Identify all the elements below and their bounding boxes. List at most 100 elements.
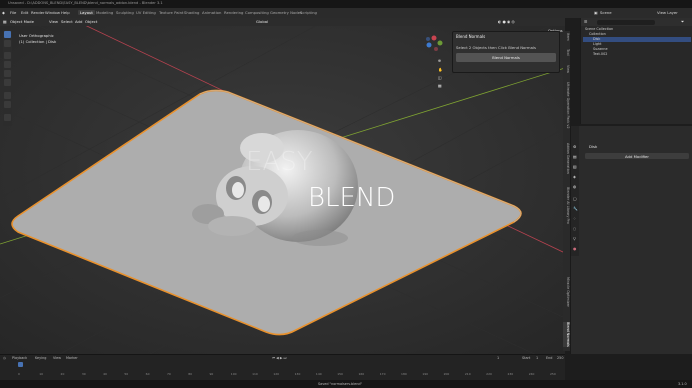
active-collection-info: (1) Collection | Disk [19, 39, 57, 44]
modifier-wrench-icon[interactable]: 🔧 [573, 206, 578, 211]
timeline-ruler[interactable]: 0 10 20 30 40 50 60 70 80 90 100 110 120 130 140 150 160… [18, 363, 558, 380]
menu-select[interactable]: Select [61, 19, 73, 24]
tab-scripting[interactable]: Scripting [300, 10, 317, 15]
editor-type-icon[interactable]: ▦ [3, 19, 7, 24]
menu-file[interactable]: File [10, 10, 16, 15]
material-icon[interactable]: ● [573, 246, 576, 251]
tab-addon-generation[interactable]: Addon Generation [563, 143, 570, 174]
zoom-icon[interactable]: ⊕ [438, 58, 441, 63]
tab-geometry-nodes[interactable]: Geometry Nodes [270, 10, 302, 15]
tab-shading[interactable]: Shading [184, 10, 199, 15]
cursor-tool-icon[interactable] [4, 40, 11, 47]
scene-selector[interactable]: Scene [600, 10, 612, 15]
render-icon[interactable]: ▤ [573, 154, 577, 159]
playhead[interactable] [18, 362, 23, 367]
menu-edit[interactable]: Edit [21, 10, 28, 15]
world-icon[interactable]: ◍ [573, 184, 576, 189]
timeline-tick-label: 40 [103, 372, 107, 376]
perspective-toggle-icon[interactable]: ▦ [438, 83, 442, 88]
tab-animation[interactable]: Animation [202, 10, 221, 15]
blend-normals-button[interactable]: Blend Normals [456, 53, 556, 62]
timeline-tick-label: 160 [358, 372, 365, 376]
tab-miracle-optimizer[interactable]: Miracle Optimizer [563, 277, 570, 307]
tab-uv-editing[interactable]: UV Editing [136, 10, 156, 15]
panel-title[interactable]: Blend Normals [456, 34, 485, 39]
menu-view[interactable]: View [53, 356, 61, 360]
transform-tool-icon[interactable] [4, 79, 11, 86]
output-icon[interactable]: ▥ [573, 164, 577, 169]
menu-window[interactable]: Window [45, 10, 60, 15]
scale-tool-icon[interactable] [4, 70, 11, 77]
scene-icon: ▣ [594, 10, 598, 15]
tab-view[interactable]: View [563, 65, 570, 73]
tab-compositing[interactable]: Compositing [245, 10, 269, 15]
menu-render[interactable]: Render [31, 10, 45, 15]
scene-icon[interactable]: ◈ [573, 174, 576, 179]
menu-playback[interactable]: Playback [12, 356, 27, 360]
menu-view[interactable]: View [49, 19, 58, 24]
pan-hand-icon[interactable]: ✋ [438, 67, 443, 72]
timeline-editor-icon[interactable]: ◷ [3, 356, 6, 360]
outliner-search-input[interactable] [597, 19, 655, 25]
outliner-row[interactable]: Text.002 [583, 52, 691, 57]
timeline-tick-label: 100 [230, 372, 237, 376]
blend-normals-button-label: Blend Normals [492, 55, 520, 60]
start-frame-field[interactable]: 1 [536, 356, 538, 360]
add-modifier-label: Add Modifier [625, 153, 649, 159]
object-icon[interactable]: ▢ [573, 196, 577, 201]
filter-icon[interactable]: ⏷ [681, 19, 684, 24]
timeline-tick-label: 200 [443, 372, 450, 376]
current-frame-field[interactable]: 1 [497, 356, 499, 360]
outliner-editor-icon[interactable]: ☰ [584, 19, 587, 24]
playback-controls[interactable]: ⏮ ◀ ▶ ⏭ [272, 356, 287, 360]
mode-selector[interactable]: Object Mode [10, 19, 34, 24]
version-label: 3.1.0 [678, 381, 687, 386]
text-easy[interactable]: EASY [246, 147, 313, 177]
timeline-tick-label: 250 [550, 372, 556, 376]
tab-blend-normals[interactable]: Blend Normals [563, 322, 570, 347]
annotate-tool-icon[interactable] [4, 92, 11, 99]
tool-settings-icon[interactable]: ⚙ [573, 144, 576, 149]
tab-rendering[interactable]: Rendering [224, 10, 243, 15]
select-box-tool-icon[interactable] [4, 31, 11, 38]
text-blend[interactable]: BLEND [308, 183, 395, 213]
measure-tool-icon[interactable] [4, 101, 11, 108]
timeline-tick-label: 120 [273, 372, 280, 376]
status-bar: Saved "normalserv.blend" 3.1.0 [0, 380, 692, 388]
add-modifier-dropdown[interactable]: Add Modifier [585, 153, 689, 159]
camera-view-icon[interactable]: ◫ [438, 75, 442, 80]
tab-item[interactable]: Item [563, 33, 570, 41]
transform-orientation[interactable]: Global [256, 19, 268, 24]
menu-add[interactable]: Add [75, 19, 82, 24]
view-layer-selector[interactable]: View Layer [657, 10, 678, 15]
sidebar-tabs: Item Tool View Ultimate Operation Pack v… [563, 31, 570, 351]
timeline-tick-label: 10 [39, 372, 44, 376]
particles-icon[interactable]: ⁘ [573, 216, 576, 221]
menu-help[interactable]: Help [61, 10, 70, 15]
tab-ultimate-operation-pack[interactable]: Ultimate Operation Pack v2 [563, 82, 570, 129]
rotate-tool-icon[interactable] [4, 61, 11, 68]
shading-icons[interactable]: ◐ ● ◉ ◎ [498, 19, 515, 24]
panel-instruction: Select 2 Objects then Click Blend Normal… [456, 45, 536, 50]
add-cube-tool-icon[interactable] [4, 114, 11, 121]
end-frame-field[interactable]: 250 [557, 356, 563, 360]
timeline: ◷ Playback Keying View Marker ⏮ ◀ ▶ ⏭ 1 … [0, 354, 565, 381]
tab-modeling[interactable]: Modeling [96, 10, 113, 15]
menu-keying[interactable]: Keying [35, 356, 46, 360]
tab-texture-paint[interactable]: Texture Paint [159, 10, 184, 15]
navigation-gizmo[interactable] [424, 34, 444, 54]
tab-tool[interactable]: Tool [563, 49, 570, 56]
data-icon[interactable]: ▽ [573, 236, 576, 241]
properties-object-name: Disk [589, 144, 598, 149]
move-tool-icon[interactable] [4, 52, 11, 59]
tab-sculpting[interactable]: Sculpting [116, 10, 134, 15]
tool-shelf [3, 30, 12, 126]
blender-logo-icon[interactable]: ◆ [2, 10, 5, 15]
tab-ai-library-pro[interactable]: Blender AI Library Pro [563, 187, 570, 224]
timeline-tick-label: 90 [209, 372, 214, 376]
timeline-tick-label: 60 [145, 372, 150, 376]
menu-marker[interactable]: Marker [66, 356, 78, 360]
physics-icon[interactable]: ◌ [573, 226, 576, 231]
menu-object[interactable]: Object [85, 19, 97, 24]
tab-layout[interactable]: Layout [78, 10, 95, 15]
